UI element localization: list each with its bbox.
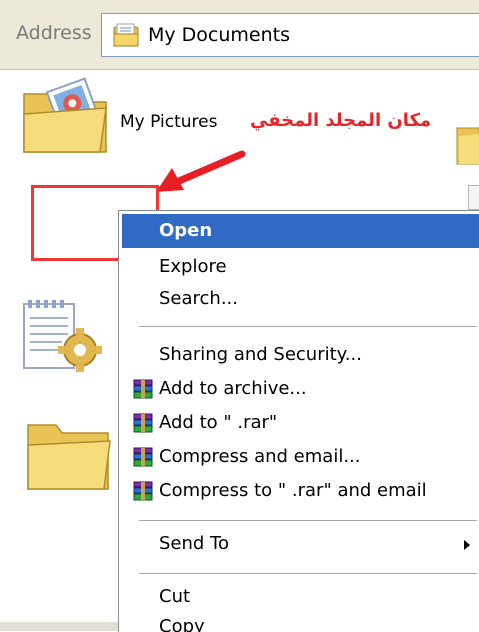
address-bar: Address My Documents — [0, 0, 479, 70]
menu-item-search[interactable]: Search... — [122, 282, 479, 316]
menu-item-label: Explore — [159, 256, 227, 277]
menu-item-label: Search... — [159, 288, 239, 309]
address-value: My Documents — [148, 24, 291, 46]
menu-item-sharing-security[interactable]: Sharing and Security... — [122, 338, 479, 372]
menu-item-label: Compress to " .rar" and email — [159, 480, 427, 501]
partial-item — [468, 185, 479, 210]
my-documents-folder-icon — [112, 22, 142, 52]
folder-icon[interactable] — [455, 116, 479, 170]
menu-item-add-to-rar[interactable]: Add to " .rar" — [122, 406, 479, 440]
notepad-settings-icon[interactable] — [18, 298, 114, 382]
menu-item-label: Sharing and Security... — [159, 344, 362, 365]
menu-item-label: Add to archive... — [159, 378, 307, 399]
menu-separator — [139, 520, 477, 521]
my-pictures-label[interactable]: My Pictures — [120, 112, 217, 132]
menu-item-label: Open — [159, 220, 213, 241]
address-input[interactable]: My Documents — [101, 13, 479, 57]
submenu-arrow-icon — [464, 540, 470, 550]
menu-item-label: Compress and email... — [159, 446, 361, 467]
menu-item-send-to[interactable]: Send To — [122, 527, 479, 561]
annotation-text: مكان المجلد المخفي — [250, 110, 432, 131]
arrow-icon — [150, 148, 250, 202]
winrar-icon — [133, 447, 153, 467]
menu-item-cut[interactable]: Cut — [122, 580, 479, 614]
winrar-icon — [133, 481, 153, 501]
menu-item-copy[interactable]: Copy — [122, 610, 479, 632]
winrar-icon — [133, 413, 153, 433]
menu-item-compress-rar-email[interactable]: Compress to " .rar" and email — [122, 474, 479, 508]
menu-separator — [139, 573, 477, 574]
my-pictures-folder-icon[interactable] — [20, 76, 112, 160]
folder-icon[interactable] — [24, 415, 114, 497]
menu-item-add-to-archive[interactable]: Add to archive... — [122, 372, 479, 406]
menu-item-compress-email[interactable]: Compress and email... — [122, 440, 479, 474]
address-label: Address — [16, 22, 92, 44]
menu-item-label: Add to " .rar" — [159, 412, 278, 433]
menu-item-label: Copy — [159, 616, 205, 632]
menu-item-open[interactable]: Open — [122, 214, 479, 248]
menu-item-explore[interactable]: Explore — [122, 250, 479, 284]
menu-separator — [139, 326, 477, 327]
context-menu: Open Explore Search... Sharing and Secur… — [118, 210, 479, 632]
menu-item-label: Send To — [159, 533, 230, 554]
menu-item-label: Cut — [159, 586, 191, 607]
winrar-icon — [133, 379, 153, 399]
